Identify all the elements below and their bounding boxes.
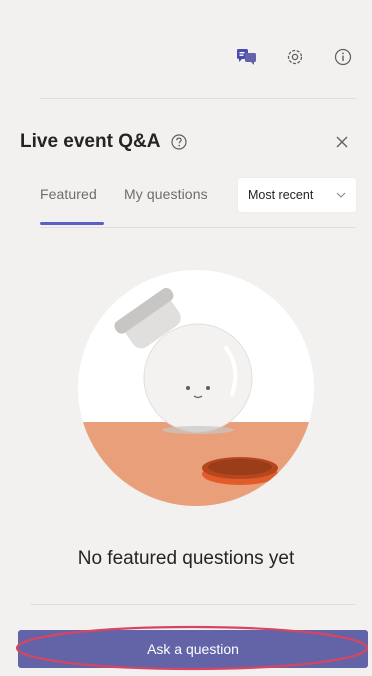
tab-selected-indicator [40, 222, 104, 225]
sort-dropdown[interactable]: Most recent [238, 178, 356, 212]
footer-divider [30, 604, 356, 605]
qa-chat-icon[interactable] [236, 46, 258, 68]
close-icon[interactable] [332, 132, 352, 152]
panel-title: Live event Q&A [20, 131, 161, 152]
chevron-down-icon [336, 192, 346, 198]
toolbar-divider [40, 98, 356, 99]
settings-icon[interactable] [284, 46, 306, 68]
question-tabs: Featured My questions Most recent [40, 178, 356, 230]
top-toolbar [236, 46, 354, 68]
tab-featured[interactable]: Featured [40, 186, 97, 202]
empty-state-message: No featured questions yet [77, 548, 295, 569]
tabs-divider [40, 227, 356, 228]
info-icon[interactable] [332, 46, 354, 68]
tab-my-questions[interactable]: My questions [124, 186, 208, 202]
panel-header: Live event Q&A [20, 128, 356, 156]
help-icon[interactable] [170, 133, 188, 151]
ask-question-button[interactable]: Ask a question [18, 630, 368, 668]
empty-state-illustration [76, 268, 316, 508]
sort-dropdown-value: Most recent [248, 188, 314, 202]
